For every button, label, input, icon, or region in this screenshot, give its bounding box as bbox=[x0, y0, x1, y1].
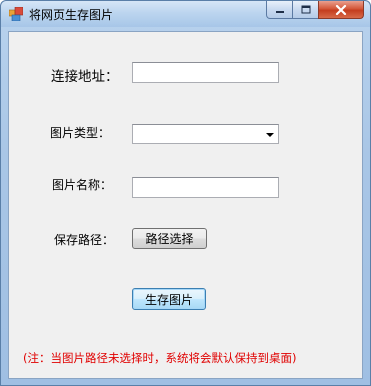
app-icon bbox=[9, 7, 23, 21]
image-type-select[interactable] bbox=[132, 124, 279, 144]
image-name-input[interactable] bbox=[132, 177, 279, 198]
minimize-icon bbox=[275, 10, 284, 13]
app-window: 将网页生存图片 连接地址： 图片类型： 图片名称： 保存路径： 路径选择 生存图… bbox=[0, 0, 371, 386]
maximize-icon bbox=[301, 5, 310, 14]
maximize-button[interactable] bbox=[292, 1, 319, 19]
default-path-note: (注：当图片路径未选择时，系统将会默认保持到桌面) bbox=[23, 351, 297, 365]
save-path-label: 保存路径： bbox=[54, 233, 115, 247]
caption-buttons bbox=[266, 1, 364, 20]
minimize-button[interactable] bbox=[266, 1, 293, 19]
chevron-down-icon bbox=[266, 133, 274, 137]
choose-path-button[interactable]: 路径选择 bbox=[132, 228, 207, 249]
image-type-label: 图片类型： bbox=[50, 126, 111, 140]
window-title: 将网页生存图片 bbox=[29, 8, 114, 22]
generate-image-button[interactable]: 生存图片 bbox=[132, 288, 206, 310]
close-button[interactable] bbox=[318, 1, 364, 19]
url-input[interactable] bbox=[132, 62, 279, 83]
image-name-label: 图片名称： bbox=[52, 178, 113, 192]
close-icon bbox=[335, 4, 347, 15]
url-label: 连接地址： bbox=[51, 69, 119, 85]
form-client-area: 连接地址： 图片类型： 图片名称： 保存路径： 路径选择 生存图片 (注：当图片… bbox=[8, 31, 363, 379]
title-bar[interactable]: 将网页生存图片 bbox=[1, 1, 370, 27]
